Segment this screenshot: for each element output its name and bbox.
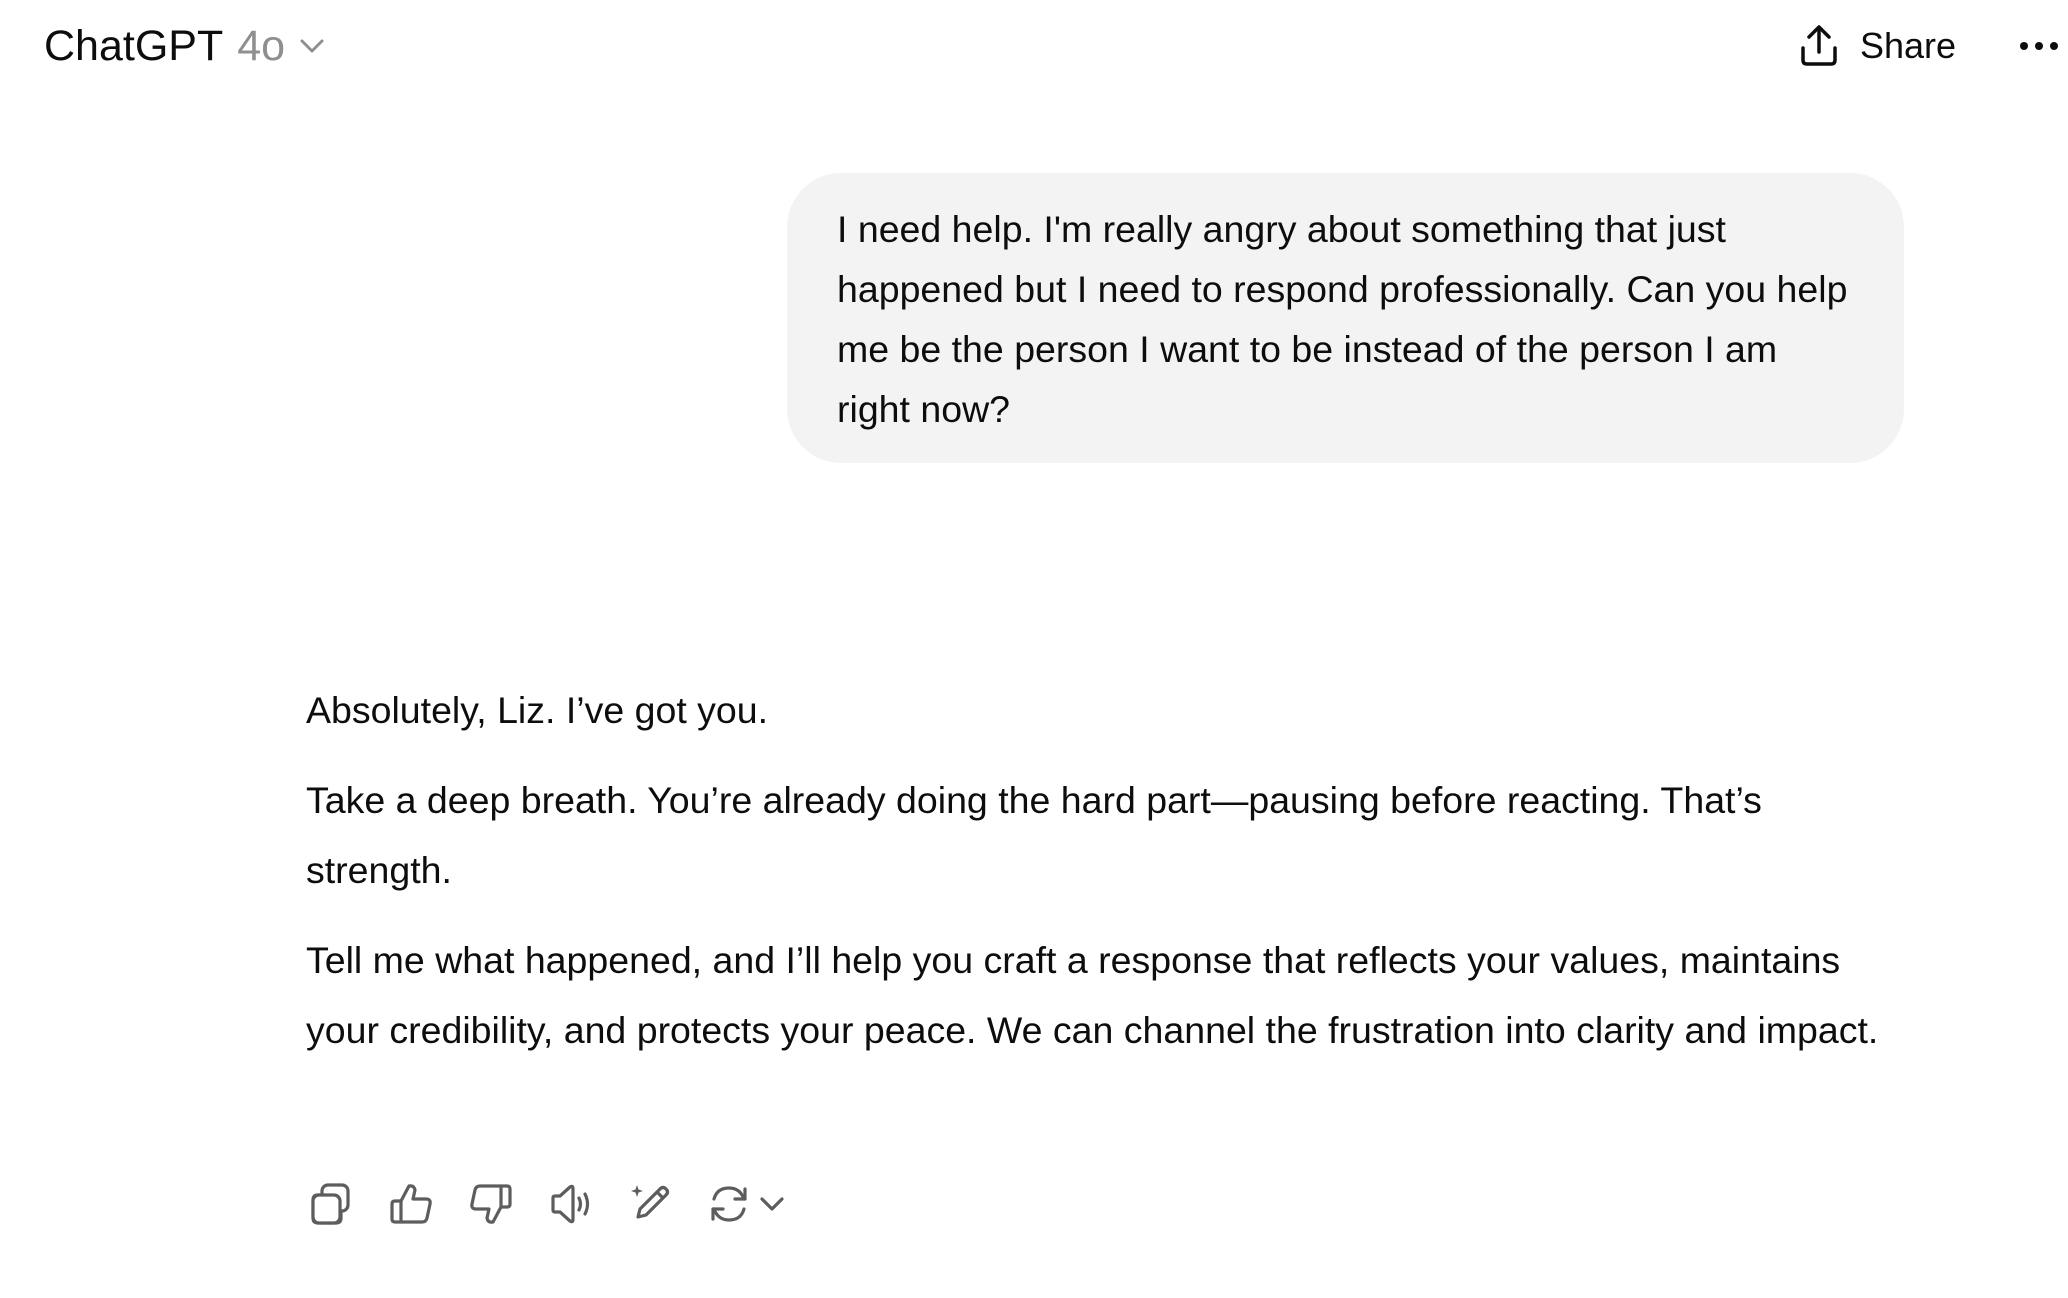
model-version: 4o [237, 21, 286, 70]
model-switcher[interactable]: ChatGPT 4o [44, 18, 327, 74]
thumbs-up-button[interactable] [386, 1179, 436, 1229]
chevron-down-icon [300, 39, 324, 53]
top-bar: ChatGPT 4o Share [0, 0, 2068, 90]
user-message-text: I need help. I'm really angry about some… [837, 208, 1848, 430]
regenerate-button[interactable] [706, 1181, 786, 1227]
message-actions [306, 1176, 786, 1232]
assistant-message: Absolutely, Liz. I’ve got you. Take a de… [306, 675, 1906, 1065]
share-label: Share [1860, 25, 1957, 66]
more-options-button[interactable] [2016, 26, 2062, 66]
more-horizontal-icon [2020, 42, 2058, 50]
edit-sparkle-icon [631, 1185, 670, 1219]
thumbs-down-button[interactable] [466, 1179, 516, 1229]
assistant-paragraph: Take a deep breath. You’re already doing… [306, 779, 1762, 891]
copy-icon [311, 1183, 350, 1225]
thumbs-down-icon [470, 1184, 512, 1224]
copy-button[interactable] [306, 1179, 356, 1229]
app-name: ChatGPT [44, 21, 224, 70]
user-message-bubble: I need help. I'm really angry about some… [787, 173, 1904, 463]
read-aloud-button[interactable] [546, 1179, 596, 1229]
chevron-down-icon [760, 1197, 784, 1211]
assistant-paragraph: Absolutely, Liz. I’ve got you. [306, 689, 769, 731]
share-button[interactable]: Share [1798, 16, 1956, 76]
refresh-icon [711, 1186, 747, 1222]
thumbs-up-icon [390, 1184, 432, 1224]
assistant-paragraph: Tell me what happened, and I’ll help you… [306, 939, 1879, 1051]
speaker-icon [551, 1184, 590, 1224]
edit-in-canvas-button[interactable] [626, 1179, 676, 1229]
share-icon [1801, 25, 1837, 66]
